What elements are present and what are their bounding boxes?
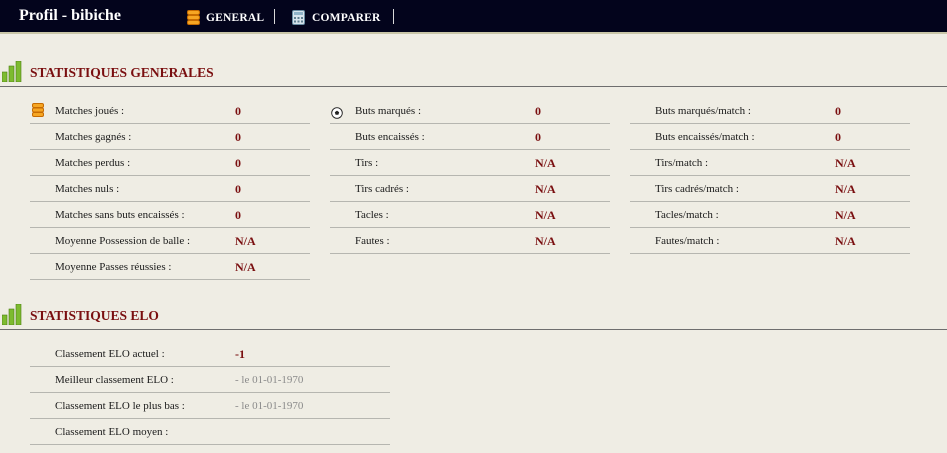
profile-title: Profil - bibiche: [19, 7, 121, 24]
top-bar: Profil - bibiche GENERAL COMPARER: [0, 0, 947, 34]
stat-label: Buts marqués :: [355, 105, 421, 117]
stat-label: Buts marqués/match :: [655, 105, 751, 117]
section-title: STATISTIQUES ELO: [30, 308, 159, 323]
stat-row: Tirs cadrés/match : N/A: [630, 176, 910, 202]
stat-value: N/A: [535, 156, 556, 170]
stat-row: Matches perdus : 0: [30, 150, 310, 176]
stat-row: Meilleur classement ELO : - le 01-01-197…: [30, 367, 390, 393]
stat-label: Tacles :: [355, 209, 389, 221]
stat-row: Classement ELO moyen :: [30, 419, 390, 445]
stat-row: Matches nuls : 0: [30, 176, 310, 202]
nav-general-label: GENERAL: [206, 12, 265, 24]
bar-chart-icon: [1, 60, 24, 86]
section-divider: [0, 86, 947, 87]
stat-value: N/A: [835, 208, 856, 222]
stat-label: Fautes :: [355, 235, 390, 247]
soccer-ball-icon: [331, 104, 343, 123]
stat-row: Classement ELO le plus bas : - le 01-01-…: [30, 393, 390, 419]
stat-row: Tirs/match : N/A: [630, 150, 910, 176]
stat-value: 0: [535, 104, 541, 118]
stat-row: Classement ELO actuel : -1: [30, 341, 390, 367]
stat-label: Moyenne Possession de balle :: [55, 235, 191, 247]
stat-label: Matches gagnés :: [55, 131, 132, 143]
stat-value: 0: [235, 182, 241, 196]
stat-row: Tirs cadrés : N/A: [330, 176, 610, 202]
stat-value: - le 01-01-1970: [235, 374, 304, 386]
stat-value: 0: [535, 130, 541, 144]
stat-label: Matches sans buts encaissés :: [55, 209, 185, 221]
stat-label: Meilleur classement ELO :: [55, 374, 174, 386]
stat-label: Buts encaissés :: [355, 131, 425, 143]
stat-row: Fautes/match : N/A: [630, 228, 910, 254]
stat-row: Moyenne Passes réussies : N/A: [30, 254, 310, 280]
stat-value: 0: [235, 156, 241, 170]
stat-label: Classement ELO actuel :: [55, 348, 165, 360]
stat-row: Matches joués : 0: [30, 98, 310, 124]
stat-value: 0: [835, 104, 841, 118]
stat-row: Buts encaissés/match : 0: [630, 124, 910, 150]
stat-label: Classement ELO moyen :: [55, 426, 169, 438]
stat-row: Matches sans buts encaissés : 0: [30, 202, 310, 228]
stat-row: Tacles : N/A: [330, 202, 610, 228]
stat-label: Matches perdus :: [55, 157, 131, 169]
bar-chart-icon: [1, 303, 24, 329]
stat-value: N/A: [235, 260, 256, 274]
stat-value: N/A: [535, 208, 556, 222]
stat-label: Tirs cadrés :: [355, 183, 409, 195]
database-icon: [187, 10, 200, 29]
stat-row: Tacles/match : N/A: [630, 202, 910, 228]
stat-value: N/A: [235, 234, 256, 248]
stat-value: 0: [235, 104, 241, 118]
nav-separator: [393, 9, 394, 24]
stat-label: Matches joués :: [55, 105, 125, 117]
stat-row: Tirs : N/A: [330, 150, 610, 176]
stat-value: N/A: [535, 182, 556, 196]
section-title: STATISTIQUES GENERALES: [30, 65, 214, 80]
stat-row: Fautes : N/A: [330, 228, 610, 254]
stat-value: 0: [235, 130, 241, 144]
nav-comparer-label: COMPARER: [312, 12, 381, 24]
nav-separator: [274, 9, 275, 24]
stat-value: -1: [235, 347, 245, 361]
stat-label: Moyenne Passes réussies :: [55, 261, 172, 273]
stat-row: Buts marqués : 0: [330, 98, 610, 124]
stat-value: N/A: [535, 234, 556, 248]
nav-general[interactable]: GENERAL: [187, 10, 265, 29]
stat-row: Matches gagnés : 0: [30, 124, 310, 150]
stat-value: - le 01-01-1970: [235, 400, 304, 412]
stat-row: Moyenne Possession de balle : N/A: [30, 228, 310, 254]
stat-label: Tacles/match :: [655, 209, 719, 221]
stat-value: N/A: [835, 182, 856, 196]
stat-label: Tirs/match :: [655, 157, 709, 169]
stat-value: 0: [235, 208, 241, 222]
stat-value: N/A: [835, 156, 856, 170]
stat-label: Tirs cadrés/match :: [655, 183, 739, 195]
stat-label: Tirs :: [355, 157, 379, 169]
section-divider: [0, 329, 947, 330]
stat-label: Fautes/match :: [655, 235, 720, 247]
stat-value: N/A: [835, 234, 856, 248]
stat-label: Matches nuls :: [55, 183, 120, 195]
stat-row: Buts marqués/match : 0: [630, 98, 910, 124]
stat-row: Buts encaissés : 0: [330, 124, 610, 150]
stat-label: Classement ELO le plus bas :: [55, 400, 185, 412]
nav-comparer[interactable]: COMPARER: [292, 10, 382, 26]
calculator-icon: [292, 10, 305, 28]
stat-label: Buts encaissés/match :: [655, 131, 755, 143]
database-icon: [32, 103, 44, 122]
stat-value: 0: [835, 130, 841, 144]
